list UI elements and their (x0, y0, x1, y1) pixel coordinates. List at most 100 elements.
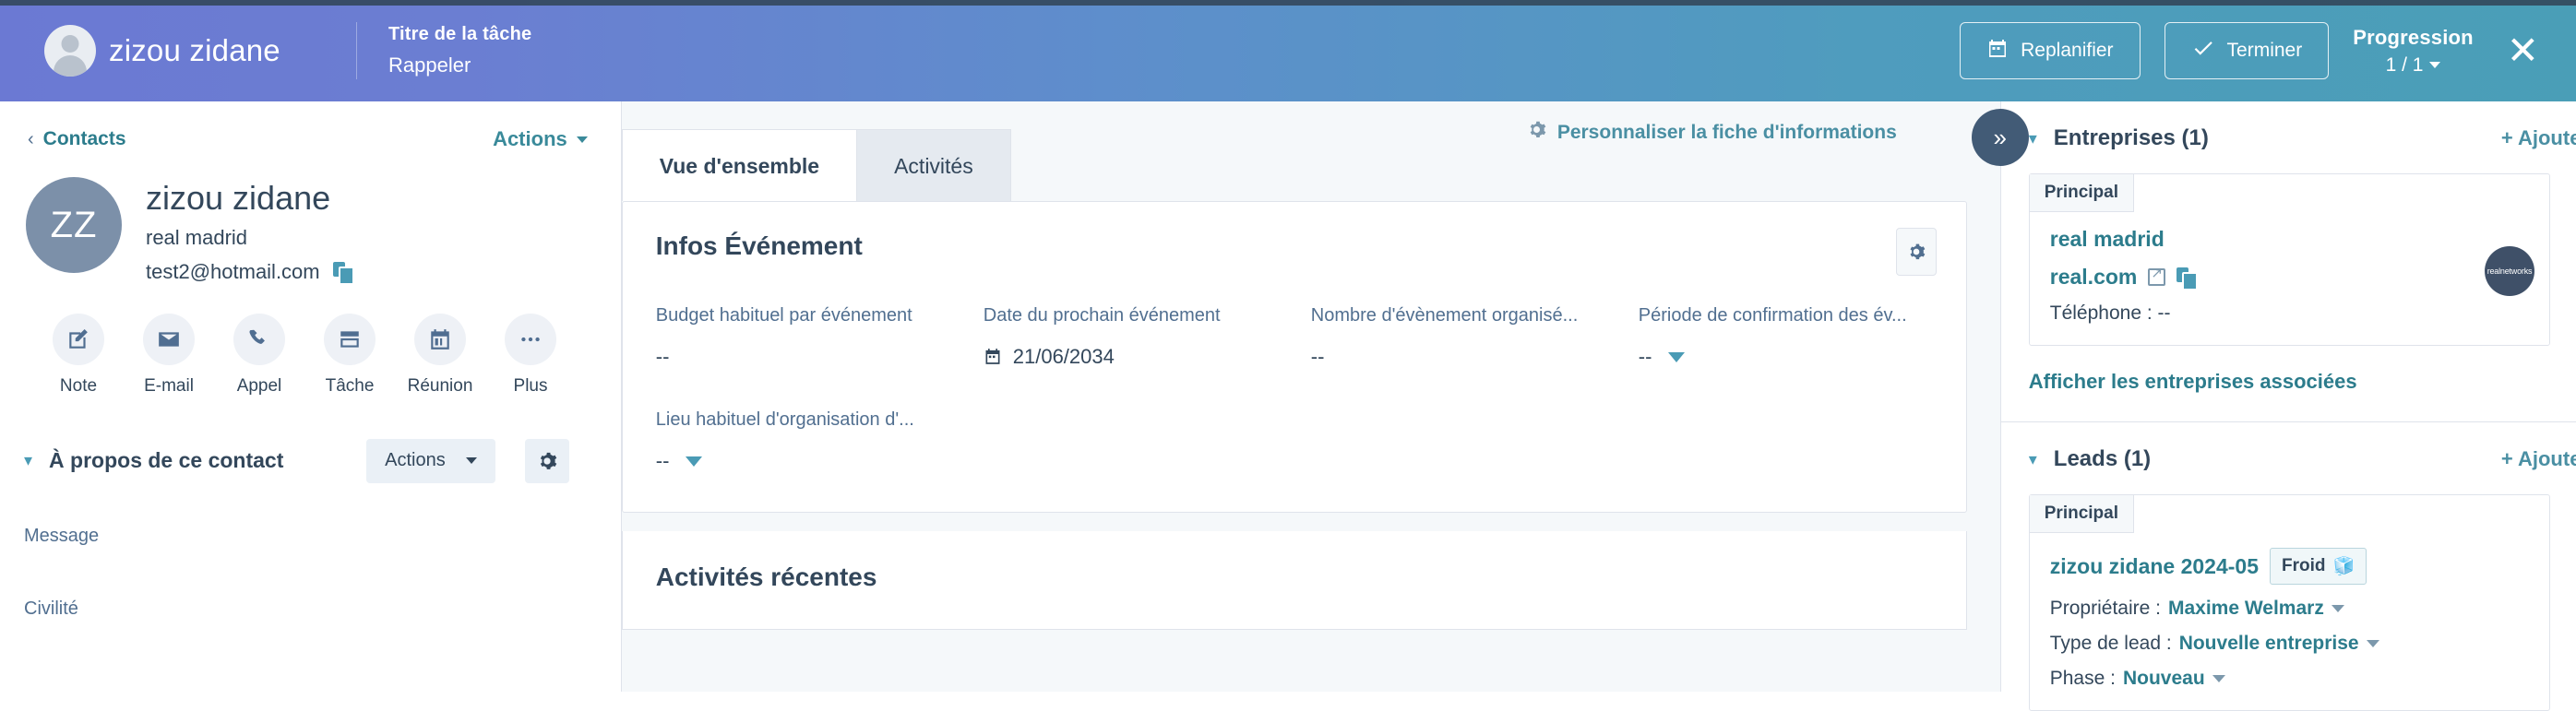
company-name-link[interactable]: real madrid (2050, 227, 2529, 252)
show-associated-companies-link[interactable]: Afficher les entreprises associées (2001, 346, 2576, 421)
chevron-down-icon (2429, 62, 2441, 68)
check-icon (2191, 36, 2215, 65)
chevron-down-icon[interactable]: ▾ (24, 451, 32, 470)
about-field-label: Civilité (24, 598, 78, 619)
about-field-message: Message (0, 483, 621, 547)
taskbar-contact: zizou zidane (44, 25, 349, 77)
sidebar-actions-label: Actions (493, 127, 567, 150)
taskbar-task-info: Titre de la tâche Rappeler (388, 24, 531, 77)
about-section-header: ▾ À propos de ce contact Actions (0, 397, 621, 483)
calendar-icon (984, 347, 1002, 367)
recent-activities-card: Activités récentes (621, 531, 1967, 630)
contact-email: test2@hotmail.com (146, 259, 320, 283)
page-body: ‹ Contacts Actions ZZ zizou zidane real … (0, 101, 2576, 711)
quick-action-email[interactable]: E-mail (124, 313, 214, 397)
about-field-civilite: Civilité (0, 547, 621, 620)
chevron-down-icon (686, 456, 703, 467)
about-actions-label: Actions (385, 450, 446, 471)
sidebar-actions-dropdown[interactable]: Actions (493, 127, 588, 151)
progress-value-row[interactable]: 1 / 1 (2386, 54, 2441, 77)
tab-activites[interactable]: Activités (857, 129, 1011, 201)
complete-button[interactable]: Terminer (2164, 22, 2330, 79)
companies-section: ▾ Entreprises (1) + Ajouter Principal re… (2001, 101, 2576, 421)
lead-temperature-badge[interactable]: Froid 🧊 (2270, 548, 2367, 585)
external-link-icon[interactable] (2148, 265, 2166, 286)
chevron-down-icon (1668, 351, 1686, 362)
quick-action-call[interactable]: Appel (214, 313, 304, 397)
event-card-title: Infos Événement (655, 231, 863, 260)
quick-action-label: Tâche (325, 375, 375, 396)
task-title-value: Rappeler (388, 53, 471, 77)
contact-company: real madrid (146, 225, 248, 249)
task-title-label: Titre de la tâche (388, 24, 532, 44)
field-event-count: Nombre d'évènement organisé... -- (1311, 305, 1639, 369)
quick-action-meeting[interactable]: Réunion (395, 313, 485, 397)
chevron-down-icon (2331, 605, 2344, 612)
field-value[interactable]: -- (656, 449, 992, 473)
chevron-down-icon (576, 136, 588, 143)
tab-label: Activités (894, 154, 973, 178)
page-title: zizou zidane (146, 179, 331, 217)
progress-value: 1 / 1 (2385, 53, 2424, 76)
gear-icon (1527, 120, 1546, 145)
associations-sidebar: ▾ Entreprises (1) + Ajouter Principal re… (1999, 101, 2576, 711)
progress-indicator[interactable]: Progression 1 / 1 (2353, 26, 2474, 77)
close-icon[interactable]: ✕ (2507, 31, 2539, 70)
company-website-link[interactable]: real.com (2050, 265, 2138, 290)
double-chevron-right-icon[interactable]: » (1971, 109, 2029, 166)
lead-phase-row[interactable]: Phase : Nouveau (2050, 668, 2529, 690)
quick-action-label: Appel (236, 375, 282, 396)
back-to-contacts-link[interactable]: ‹ Contacts (28, 128, 126, 150)
companies-title: Entreprises (1) (2053, 125, 2209, 150)
chevron-down-icon[interactable]: ▾ (2029, 450, 2037, 469)
quick-action-label: Plus (513, 375, 548, 396)
tab-bar: Vue d'ensemble Activités (621, 129, 1011, 201)
contact-header: ZZ zizou zidane real madrid test2@hotmai… (0, 151, 621, 285)
company-phone: Téléphone : -- (2049, 302, 2171, 324)
add-lead-link[interactable]: + Ajouter (2501, 447, 2576, 471)
lead-owner-row[interactable]: Propriétaire : Maxime Welmarz (2050, 598, 2529, 620)
lead-name-link[interactable]: zizou zidane 2024-05 (2050, 554, 2259, 579)
add-company-link[interactable]: + Ajouter (2501, 126, 2576, 150)
field-value[interactable]: -- (1639, 345, 1966, 369)
status-badge: Principal (2029, 495, 2134, 533)
chevron-down-icon[interactable]: ▾ (2029, 129, 2037, 148)
avatar: ZZ (26, 177, 122, 273)
quick-action-more[interactable]: Plus (485, 313, 576, 397)
tab-label: Vue d'ensemble (659, 154, 820, 178)
calendar-meeting-icon (414, 313, 466, 365)
customize-record-link[interactable]: Personnaliser la fiche d'informations (1527, 120, 1897, 145)
field-label: Budget habituel par événement (655, 305, 912, 326)
companies-header: ▾ Entreprises (1) + Ajouter (2001, 101, 2576, 151)
reschedule-label: Replanifier (2021, 40, 2114, 61)
reschedule-button[interactable]: Replanifier (1960, 22, 2141, 79)
quick-action-note[interactable]: Note (33, 313, 124, 397)
taskbar-contact-name: zizou zidane (109, 33, 280, 67)
field-value-text: -- (1310, 345, 1325, 368)
window-top-strip (0, 0, 2576, 6)
field-value-text: -- (655, 345, 670, 368)
field-value[interactable]: 21/06/2034 (984, 345, 1311, 369)
field-value-text: -- (655, 449, 670, 472)
contact-meta: zizou zidane real madrid test2@hotmail.c… (146, 177, 354, 285)
event-card-gear-button[interactable] (1895, 228, 1937, 276)
company-card: Principal realnetworks real madrid real.… (2028, 173, 2550, 346)
field-value[interactable]: -- (656, 345, 984, 369)
task-icon (324, 313, 376, 365)
copy-icon[interactable] (2176, 267, 2199, 290)
quick-action-task[interactable]: Tâche (304, 313, 395, 397)
lead-type-row[interactable]: Type de lead : Nouvelle entreprise (2050, 633, 2529, 655)
status-badge: Principal (2029, 174, 2134, 212)
field-value[interactable]: -- (1311, 345, 1639, 369)
progress-label: Progression (2353, 25, 2474, 49)
copy-icon[interactable] (332, 261, 354, 285)
company-logo: realnetworks (2485, 246, 2534, 296)
field-value-text: -- (1638, 345, 1652, 368)
about-actions-button[interactable]: Actions (366, 438, 495, 483)
tab-vue-densemble[interactable]: Vue d'ensemble (621, 129, 858, 201)
customize-label: Personnaliser la fiche d'informations (1556, 121, 1897, 143)
about-gear-button[interactable] (524, 438, 569, 483)
lead-temperature-label: Froid (2282, 556, 2326, 575)
about-field-label: Message (24, 525, 100, 546)
user-avatar-icon (44, 25, 96, 77)
